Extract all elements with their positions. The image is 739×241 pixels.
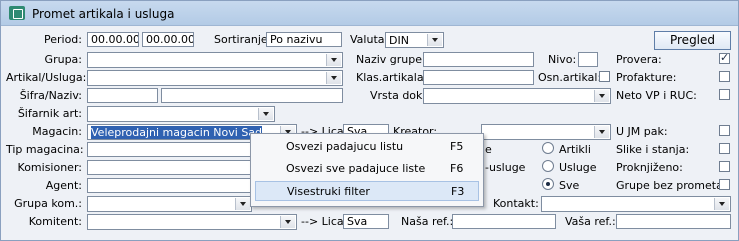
- arrow-lica2-label: --> Lica:: [301, 215, 348, 228]
- agent-input[interactable]: [87, 178, 252, 193]
- menu-item-label: Visestruki filter: [287, 185, 370, 198]
- level-input[interactable]: [578, 52, 598, 67]
- pregled-button[interactable]: Pregled: [654, 31, 731, 50]
- chevron-down-icon[interactable]: [714, 198, 729, 210]
- catalog-label: Šifarnik art:: [17, 107, 82, 120]
- slike-checkbox[interactable]: [719, 143, 730, 154]
- catalog-select[interactable]: [87, 106, 275, 122]
- proforma-label: Profakture:: [616, 71, 677, 84]
- base-article-label: Osn.artikal:: [538, 71, 602, 84]
- menu-item-refresh-list[interactable]: Osvezi padajucu listu F5: [255, 137, 479, 157]
- context-menu: Osvezi padajucu listu F5 Osvezi sve pada…: [250, 133, 484, 207]
- jm-checkbox[interactable]: [719, 125, 730, 136]
- slike-label: Slike i stanja:: [616, 143, 690, 156]
- menu-item-label: Osvezi padajucu listu: [286, 140, 404, 153]
- app-icon: [9, 6, 25, 20]
- chevron-down-icon[interactable]: [594, 90, 609, 102]
- grupa-kom-select[interactable]: [87, 196, 252, 212]
- chevron-down-icon[interactable]: [235, 198, 250, 210]
- tip-label: Tip magacina:: [6, 143, 84, 156]
- chevron-down-icon[interactable]: [326, 72, 341, 84]
- period-from-input[interactable]: 00.00.00: [87, 32, 139, 47]
- sve-label: Sve: [559, 179, 580, 192]
- menu-item-shortcut: F6: [450, 162, 464, 175]
- name-input[interactable]: [161, 88, 343, 103]
- usluge-radio[interactable]: [542, 160, 554, 172]
- chevron-down-icon[interactable]: [594, 126, 609, 138]
- menu-item-multi-filter[interactable]: Visestruki filter F3: [255, 181, 479, 201]
- group-name-label: Naziv grupe:: [356, 53, 426, 66]
- sort-label: Sortiranje:: [214, 33, 272, 46]
- doc-type-label: Vrsta dok:: [370, 89, 427, 102]
- komis-label: Komisioner:: [17, 161, 82, 174]
- menu-item-shortcut: F5: [450, 140, 464, 153]
- currency-label: Valuta:: [350, 33, 389, 46]
- article-select[interactable]: [87, 70, 343, 86]
- period-to-input[interactable]: 00.00.00: [142, 32, 194, 47]
- chevron-down-icon[interactable]: [427, 34, 442, 46]
- base-article-checkbox[interactable]: [599, 71, 610, 82]
- group-name-input[interactable]: [423, 52, 534, 67]
- currency-select[interactable]: DIN: [385, 32, 444, 48]
- chevron-down-icon[interactable]: [258, 108, 273, 120]
- bez-label: Grupe bez prometa:: [616, 179, 727, 192]
- komitent-select[interactable]: [87, 214, 297, 230]
- period-label: Period:: [43, 33, 82, 46]
- nasa-ref-label: Naša ref.:: [401, 215, 454, 228]
- nasa-ref-input[interactable]: [452, 214, 556, 229]
- jm-label: U JM pak:: [616, 125, 668, 138]
- proknj-checkbox[interactable]: [719, 161, 730, 172]
- currency-value: DIN: [389, 34, 409, 47]
- vasa-ref-input[interactable]: [616, 214, 731, 229]
- menu-item-label: Osvezi sve padajuce liste: [286, 162, 426, 175]
- proknj-label: Proknjiženo:: [616, 161, 683, 174]
- vasa-ref-label: Vaša ref.:: [565, 215, 616, 228]
- window: Promet artikala i usluga Period: 00.00.0…: [0, 0, 739, 241]
- title-bar: Promet artikala i usluga: [1, 1, 738, 26]
- creator-select[interactable]: [481, 124, 611, 140]
- code-input[interactable]: [87, 88, 158, 103]
- artikli-label: Artikli: [559, 143, 591, 156]
- check-label: Provera:: [616, 53, 662, 66]
- provera-checkbox[interactable]: [719, 51, 730, 64]
- kontakt-select[interactable]: [541, 196, 731, 212]
- neto-checkbox[interactable]: [719, 89, 730, 100]
- chevron-down-icon[interactable]: [280, 216, 295, 228]
- window-title: Promet artikala i usluga: [32, 7, 175, 21]
- warehouse-value: Veleprodajni magacin Novi Sad: [91, 126, 263, 139]
- chevron-down-icon[interactable]: [326, 54, 341, 66]
- sve-radio[interactable]: [542, 178, 554, 190]
- e-label: e: [485, 143, 492, 156]
- komitent-label: Komitent:: [28, 215, 82, 228]
- filter-form: Period: 00.00.00 00.00.00 Sortiranje: Po…: [1, 26, 738, 240]
- bez-checkbox[interactable]: [719, 179, 730, 190]
- usluge-label: -usluge: [485, 161, 526, 174]
- menu-item-shortcut: F3: [451, 185, 465, 198]
- grupa-kom-label: Grupa kom.:: [14, 197, 82, 210]
- agent-label: Agent:: [45, 179, 82, 192]
- doc-type-select[interactable]: [423, 88, 611, 104]
- neto-label: Neto VP i RUC:: [616, 89, 697, 102]
- code-label: Šifra/Naziv:: [19, 89, 82, 102]
- komis-input[interactable]: [87, 160, 252, 175]
- sort-input[interactable]: Po nazivu: [266, 32, 342, 47]
- tip-input[interactable]: [87, 142, 252, 157]
- proforma-checkbox[interactable]: [719, 71, 730, 82]
- lica2-input[interactable]: Sva: [343, 214, 389, 229]
- usluge-radio-label: Usluge: [559, 161, 597, 174]
- artikli-radio[interactable]: [542, 142, 554, 154]
- menu-item-refresh-all-lists[interactable]: Osvezi sve padajuce liste F6: [255, 159, 479, 179]
- group-select[interactable]: [87, 52, 343, 68]
- class-article-label: Klas.artikala:: [356, 71, 428, 84]
- group-label: Grupa:: [44, 53, 82, 66]
- warehouse-label: Magacin:: [32, 125, 82, 138]
- level-label: Nivo:: [548, 53, 577, 66]
- article-label: Artikal/Usluga:: [6, 71, 87, 84]
- class-article-input[interactable]: [423, 70, 534, 85]
- kontakt-label: Kontakt:: [493, 197, 539, 210]
